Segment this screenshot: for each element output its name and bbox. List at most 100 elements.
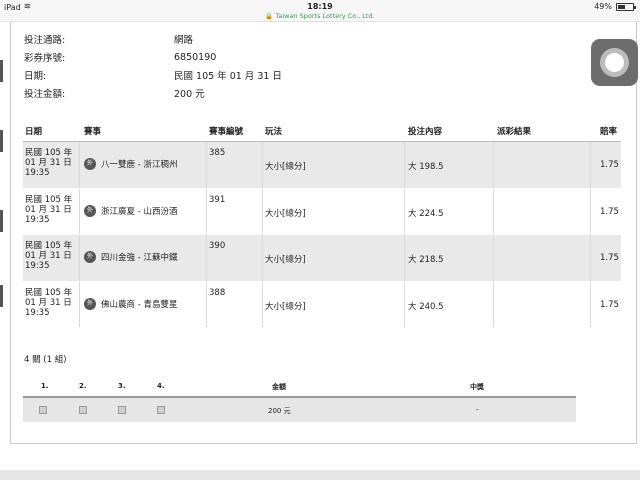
table-row: 民國 105 年 01 月 31 日 19:35 外 佛山農商 - 青島雙星 3…: [23, 281, 621, 328]
battery-icon: [616, 2, 636, 11]
event-no: 390: [209, 241, 226, 251]
combination-row: 200 元 -: [23, 398, 576, 422]
play-type: 大小[總分]: [265, 301, 306, 312]
sport-badge-icon: 外: [84, 204, 96, 217]
odds: 1.75: [600, 299, 619, 310]
combination-prize: -: [476, 406, 479, 414]
cell-content: 大 240.5: [405, 281, 494, 327]
info-label: 彩券序號:: [24, 53, 66, 64]
table-row: 民國 105 年 01 月 31 日 19:35 外 八一雙鹿 - 浙江稠州 3…: [23, 142, 621, 189]
match-name: 八一雙鹿 - 浙江稠州: [101, 160, 178, 170]
bets-table-header: 日期 賽事 賽事編號 玩法 投注內容 派彩結果 賠率: [23, 116, 621, 142]
cell-event-no: 385: [207, 142, 263, 188]
combination-amount: 200 元: [268, 407, 291, 415]
date-line: 01 月 31 日: [25, 297, 72, 308]
cell-play: 大小[總分]: [263, 188, 405, 234]
odds: 1.75: [600, 253, 619, 263]
sport-badge-icon: 外: [84, 251, 96, 263]
cell-play: 大小[總分]: [263, 235, 405, 281]
col-header-event-no: 賽事編號: [209, 127, 244, 137]
cell-date: 民國 105 年 01 月 31 日 19:35: [23, 188, 80, 234]
col-header-leg-3: 3.: [118, 382, 126, 390]
status-bar: iPad ≋ 18:19 🔒 Taiwan Sports Lottery Co.…: [0, 0, 640, 22]
event-no: 391: [209, 194, 226, 205]
bet-content: 大 224.5: [408, 208, 444, 219]
combination-table-header: 1. 2. 3. 4. 金額 中獎: [23, 374, 576, 398]
info-value: 6850190: [174, 51, 217, 63]
cell-result: [494, 188, 591, 234]
cell-result: [494, 142, 591, 188]
battery-fill: [618, 4, 625, 9]
match-name: 佛山農商 - 青島雙星: [101, 299, 178, 310]
ticket-detail-panel: 投注通路: 網路 彩券序號: 6850190 日期: 民國 105 年 01 月…: [10, 22, 637, 444]
date-line: 民國 105 年: [25, 241, 73, 251]
battery-percent: 49%: [594, 2, 612, 11]
col-header-prize: 中獎: [470, 383, 484, 391]
date-line: 民國 105 年: [25, 287, 73, 298]
bottom-bar: [0, 470, 640, 480]
ticket-info: 投注通路: 網路 彩券序號: 6850190 日期: 民國 105 年 01 月…: [24, 30, 282, 102]
cell-event-no: 390: [207, 235, 263, 281]
cell-play: 大小[總分]: [263, 281, 405, 327]
play-type: 大小[總分]: [265, 208, 306, 219]
cell-play: 大小[總分]: [263, 142, 405, 188]
info-row-channel: 投注通路: 網路: [24, 30, 282, 48]
cell-event-no: 388: [207, 281, 263, 327]
left-edge-mark: [0, 130, 3, 152]
col-header-date: 日期: [25, 127, 43, 137]
cell-event: 外 佛山農商 - 青島雙星: [80, 281, 207, 327]
play-type: 大小[總分]: [265, 162, 306, 172]
leg-2-checkbox[interactable]: [79, 406, 87, 414]
info-row-serial: 彩券序號: 6850190: [24, 48, 282, 66]
info-label: 投注通路:: [24, 35, 66, 46]
cell-date: 民國 105 年 01 月 31 日 19:35: [23, 142, 80, 188]
col-header-leg-4: 4.: [157, 382, 165, 390]
bet-content: 大 218.5: [408, 255, 444, 265]
assistive-touch-button[interactable]: [591, 39, 638, 86]
play-type: 大小[總分]: [265, 255, 306, 265]
cell-date: 民國 105 年 01 月 31 日 19:35: [23, 281, 80, 327]
leg-3-checkbox[interactable]: [118, 406, 126, 414]
match-name: 四川金強 - 江蘇中鐵: [101, 253, 178, 263]
col-header-play: 玩法: [265, 127, 283, 137]
col-header-leg-1: 1.: [41, 382, 49, 390]
col-header-event: 賽事: [84, 127, 102, 137]
col-header-content: 投注內容: [408, 127, 443, 137]
cell-event: 外 八一雙鹿 - 浙江稠州: [80, 142, 207, 188]
bet-content: 大 198.5: [408, 162, 444, 172]
table-row: 民國 105 年 01 月 31 日 19:35 外 浙江廣夏 - 山西汾酒 3…: [23, 188, 621, 235]
time-line: 19:35: [25, 307, 50, 318]
time-line: 19:35: [25, 261, 50, 271]
left-edge-mark: [0, 210, 3, 232]
match-name: 浙江廣夏 - 山西汾酒: [101, 206, 178, 217]
info-row-date: 日期: 民國 105 年 01 月 31 日: [24, 66, 282, 84]
date-line: 01 月 31 日: [25, 204, 72, 215]
status-right: 49%: [594, 2, 636, 11]
info-label: 日期:: [24, 71, 47, 82]
bet-content: 大 240.5: [408, 301, 444, 312]
col-header-amount: 金額: [272, 383, 286, 391]
info-row-amount: 投注金額: 200 元: [24, 84, 282, 102]
leg-1-checkbox[interactable]: [39, 406, 47, 414]
col-header-leg-2: 2.: [79, 382, 87, 390]
cell-event-no: 391: [207, 188, 263, 234]
cell-date: 民國 105 年 01 月 31 日 19:35: [23, 235, 80, 281]
event-no: 385: [209, 148, 226, 158]
cell-content: 大 224.5: [405, 188, 494, 234]
left-edge-mark: [0, 60, 3, 82]
col-header-odds: 賠率: [600, 127, 618, 137]
left-edge-mark: [0, 285, 3, 307]
cell-content: 大 218.5: [405, 235, 494, 281]
time-line: 19:35: [25, 214, 50, 225]
sport-badge-icon: 外: [84, 158, 96, 170]
assistive-touch-dot-icon: [605, 53, 624, 72]
table-row: 民國 105 年 01 月 31 日 19:35 外 四川金強 - 江蘇中鐵 3…: [23, 235, 621, 282]
info-label: 投注金額:: [24, 89, 66, 100]
info-value: 網路: [174, 35, 194, 46]
cell-content: 大 198.5: [405, 142, 494, 188]
sport-badge-icon: 外: [84, 297, 96, 310]
odds: 1.75: [600, 160, 619, 170]
cell-result: [494, 281, 591, 327]
info-value: 200 元: [174, 89, 205, 100]
leg-4-checkbox[interactable]: [157, 406, 165, 414]
